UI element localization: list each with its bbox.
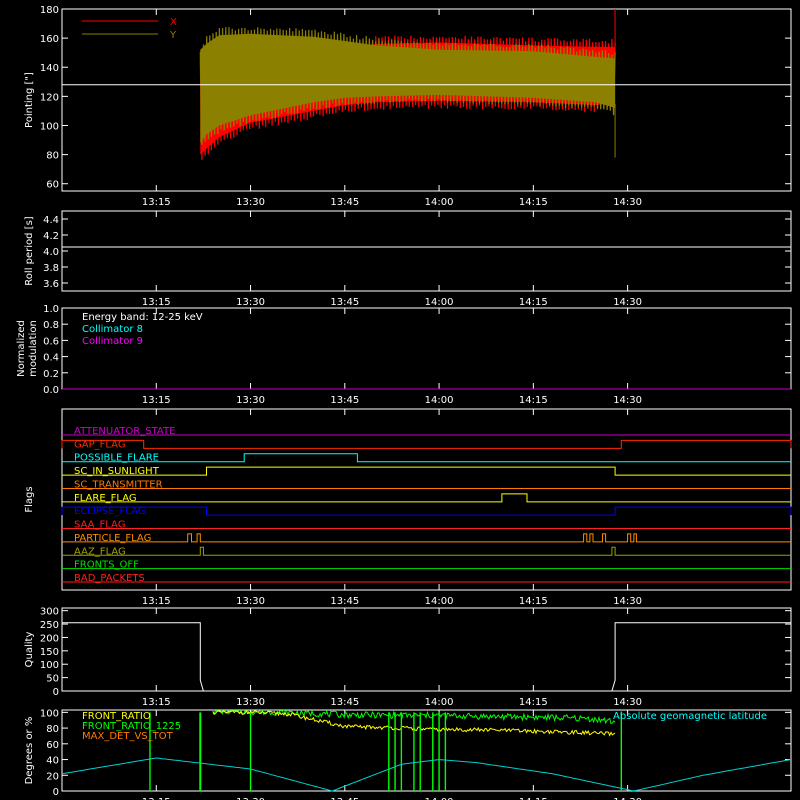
- flags-xtick-label: 13:45: [330, 596, 359, 607]
- modulation-xtick-label: 14:00: [425, 395, 454, 406]
- modulation-xtick-label: 14:30: [613, 395, 642, 406]
- quality-xtick-label: 14:00: [425, 697, 454, 708]
- flag-gap-flag-trace: [61, 439, 792, 449]
- flag-flare-flag-trace: [62, 493, 791, 503]
- modulation-ytick-label: 0.6: [43, 336, 59, 347]
- pointing-ylabel: Pointing ["]: [24, 72, 35, 128]
- pointing-ytick-label: 160: [40, 34, 59, 45]
- summary-chart: 13:15 13:30 13:45 14:00 14:15 14:30 60 80 100 120…: [16, 5, 792, 800]
- flags-xtick-label: 14:00: [425, 596, 454, 607]
- modulation-xtick-label: 13:15: [142, 395, 171, 406]
- flag-possible-flare-trace: [62, 453, 791, 463]
- roll-xtick-label: 14:15: [519, 297, 548, 308]
- quality-series-line: [62, 622, 791, 692]
- roll-xtick-label: 13:30: [236, 297, 265, 308]
- modulation-ytick-label: 0.0: [43, 385, 59, 396]
- pointing-ytick-label: 140: [40, 63, 59, 74]
- flags-xtick-label: 14:30: [613, 596, 642, 607]
- modulation-xtick-label: 13:30: [236, 395, 265, 406]
- roll-xtick-label: 14:00: [425, 297, 454, 308]
- quality-xtick-label: 13:45: [330, 697, 359, 708]
- ratios-ytick-label: 0: [53, 787, 59, 798]
- legend-geomagnetic-latitude: Absolute geomagnetic latitude: [613, 711, 767, 722]
- roll-xtick-label: 13:45: [330, 297, 359, 308]
- ratios-ylabel: Degrees or %: [24, 717, 35, 785]
- geomagnetic-latitude-line: [61, 757, 792, 792]
- ratios-ytick-label: 40: [46, 756, 59, 767]
- pointing-xtick-label: 13:45: [330, 197, 359, 208]
- quality-xtick-label: 13:30: [236, 697, 265, 708]
- modulation-annotation: Energy band: 12-25 keV: [82, 312, 203, 323]
- flag-eclipse-flag-label: ECLIPSE_FLAG: [74, 506, 145, 517]
- plot-stage: 13:15 13:30 13:45 14:00 14:15 14:30 60 80 100 120…: [0, 0, 800, 800]
- roll-xtick-label: 14:30: [613, 297, 642, 308]
- modulation-xtick-label: 14:15: [519, 395, 548, 406]
- modulation-ylabel: Normalized: [16, 320, 27, 377]
- pointing-xtick-label: 13:30: [236, 197, 265, 208]
- modulation-ytick-label: 1.0: [43, 304, 59, 315]
- ratios-ytick-label: 60: [46, 740, 59, 751]
- flag-sc-in-sunlight-trace: [62, 466, 791, 476]
- pointing-xtick-label: 14:30: [613, 197, 642, 208]
- legend-x-label: X: [170, 17, 177, 28]
- ratios-ytick-label: 80: [46, 724, 59, 735]
- ratios-ytick-label: 20: [46, 771, 59, 782]
- roll-xtick-label: 13:15: [142, 297, 171, 308]
- modulation-ytick-label: 0.4: [43, 353, 59, 364]
- quality-ytick-label: 100: [40, 660, 59, 671]
- modulation-annotation: Collimator 8: [82, 324, 143, 335]
- pointing-xtick-label: 14:15: [519, 197, 548, 208]
- quality-ytick-label: 300: [40, 607, 59, 618]
- roll-frame: [61, 210, 792, 292]
- flag-eclipse-flag-trace: [61, 506, 792, 516]
- flag-aaz-flag-trace: [62, 546, 791, 556]
- quality-ytick-label: 150: [40, 647, 59, 658]
- roll-ylabel: Roll period [s]: [24, 216, 35, 285]
- legend-max-det-vs-tot: MAX_DET_VS_TOT: [82, 731, 174, 742]
- modulation-ytick-label: 0.8: [43, 320, 59, 331]
- pointing-ytick-label: 60: [46, 180, 59, 191]
- flag-particle-flag-trace: [62, 533, 791, 543]
- pointing-xtick-label: 13:15: [142, 197, 171, 208]
- quality-ytick-label: 250: [40, 620, 59, 631]
- modulation-ylabel-line2: modulation: [28, 320, 39, 377]
- roll-ytick-label: 4.0: [43, 247, 59, 258]
- quality-xtick-label: 14:15: [519, 697, 548, 708]
- roll-ytick-label: 4.2: [43, 231, 59, 242]
- pointing-ytick-label: 180: [40, 5, 59, 16]
- pointing-ytick-label: 120: [40, 92, 59, 103]
- flag-gap-flag-label: GAP_FLAG: [74, 439, 126, 450]
- flags-ylabel: Flags: [24, 486, 35, 512]
- pointing-ytick-label: 100: [40, 121, 59, 132]
- roll-ytick-label: 3.6: [43, 279, 59, 290]
- modulation-ytick-label: 0.2: [43, 369, 59, 380]
- pointing-ytick-label: 80: [46, 151, 59, 162]
- flags-xtick-label: 13:15: [142, 596, 171, 607]
- quality-ytick-label: 200: [40, 633, 59, 644]
- flags-xtick-label: 14:15: [519, 596, 548, 607]
- quality-ytick-label: 50: [46, 674, 59, 685]
- quality-ytick-label: 0: [53, 687, 59, 698]
- quality-xtick-label: 13:15: [142, 697, 171, 708]
- flags-xtick-label: 13:30: [236, 596, 265, 607]
- pointing-xtick-label: 14:00: [425, 197, 454, 208]
- quality-frame: [61, 607, 792, 692]
- modulation-xtick-label: 13:45: [330, 395, 359, 406]
- ratios-ytick-label: 100: [40, 708, 59, 719]
- quality-xtick-label: 14:30: [613, 697, 642, 708]
- quality-ylabel: Quality: [24, 632, 35, 668]
- roll-ytick-label: 4.4: [43, 215, 59, 226]
- roll-ytick-label: 3.8: [43, 263, 59, 274]
- legend-y-label: Y: [169, 30, 177, 41]
- modulation-annotation: Collimator 9: [82, 336, 143, 347]
